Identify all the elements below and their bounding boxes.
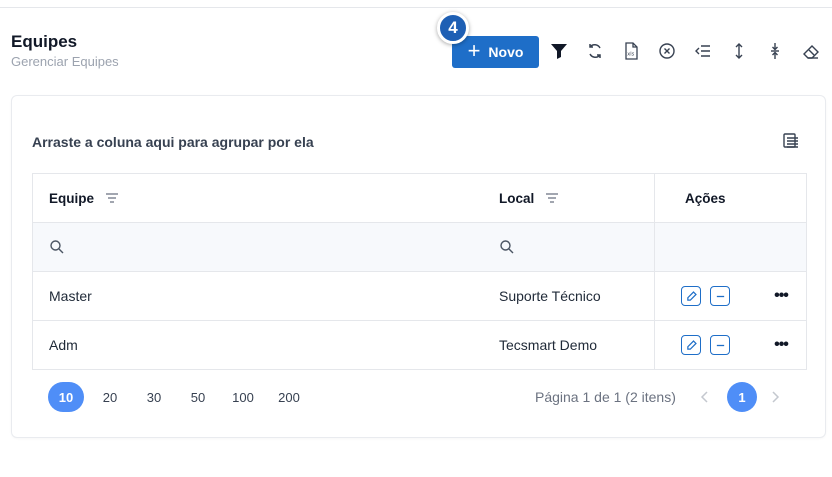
plus-icon: + xyxy=(467,38,481,63)
column-header-acoes: Ações xyxy=(685,190,726,206)
page-size-200[interactable]: 200 xyxy=(266,382,312,412)
svg-text:xls: xls xyxy=(627,52,634,58)
page-size-50[interactable]: 50 xyxy=(176,382,220,412)
edit-button[interactable] xyxy=(681,335,701,355)
sort-icon[interactable] xyxy=(104,190,120,206)
column-header-local[interactable]: Local xyxy=(499,174,560,222)
group-panel-hint: Arraste a coluna aqui para agrupar por e… xyxy=(32,134,314,150)
column-label: Equipe xyxy=(49,190,95,206)
column-divider xyxy=(654,174,655,369)
cell-local: Tecsmart Demo xyxy=(499,337,598,353)
sort-icon[interactable] xyxy=(544,190,560,206)
pencil-icon xyxy=(686,290,697,301)
minus-icon xyxy=(716,295,724,297)
more-options-icon[interactable]: ••• xyxy=(771,335,791,355)
search-icon xyxy=(500,240,514,254)
filter-equipe-input[interactable] xyxy=(49,223,65,271)
collapse-rows-icon[interactable] xyxy=(764,40,786,62)
filter-local-input[interactable] xyxy=(499,223,515,271)
cell-equipe: Adm xyxy=(49,337,78,353)
pager-info: Página 1 de 1 (2 itens) xyxy=(535,389,676,405)
table-row[interactable]: Master Suporte Técnico ••• xyxy=(33,272,806,321)
search-icon xyxy=(50,240,64,254)
step-badge: 4 xyxy=(437,12,469,44)
page-size-30[interactable]: 30 xyxy=(132,382,176,412)
top-divider xyxy=(0,7,832,8)
filter-row xyxy=(33,223,806,272)
remove-button[interactable] xyxy=(710,286,730,306)
clear-filter-icon[interactable] xyxy=(656,40,678,62)
page-size-20[interactable]: 20 xyxy=(88,382,132,412)
page-size-selector: 10 20 30 50 100 200 xyxy=(48,382,312,412)
cell-local: Suporte Técnico xyxy=(499,288,601,304)
new-button-label: Novo xyxy=(488,44,524,60)
remove-button[interactable] xyxy=(710,335,730,355)
column-chooser-icon[interactable] xyxy=(781,131,801,151)
page-subtitle: Gerenciar Equipes xyxy=(11,54,119,69)
expand-rows-icon[interactable] xyxy=(728,40,750,62)
page-size-100[interactable]: 100 xyxy=(220,382,266,412)
eraser-icon[interactable] xyxy=(800,40,822,62)
page-title: Equipes xyxy=(11,32,78,51)
page-size-10[interactable]: 10 xyxy=(48,382,84,412)
filter-icon[interactable] xyxy=(548,40,570,62)
column-label: Local xyxy=(499,190,535,206)
chevron-right-icon[interactable] xyxy=(767,389,783,405)
page-button-1[interactable]: 1 xyxy=(727,382,757,412)
pencil-icon xyxy=(686,339,697,350)
chevron-left-icon[interactable] xyxy=(697,389,713,405)
export-xls-icon[interactable]: xls xyxy=(620,40,642,62)
edit-button[interactable] xyxy=(681,286,701,306)
cell-equipe: Master xyxy=(49,288,92,304)
column-header-equipe[interactable]: Equipe xyxy=(49,174,120,222)
table-row[interactable]: Adm Tecsmart Demo ••• xyxy=(33,321,806,369)
data-grid: Equipe Local Ações Master Suporte Técnic… xyxy=(32,173,807,370)
refresh-icon[interactable] xyxy=(584,40,606,62)
header-row: Equipe Local Ações xyxy=(33,174,806,223)
collapse-left-icon[interactable] xyxy=(692,40,714,62)
new-button[interactable]: + Novo xyxy=(452,36,539,68)
minus-icon xyxy=(716,344,724,346)
more-options-icon[interactable]: ••• xyxy=(771,286,791,306)
